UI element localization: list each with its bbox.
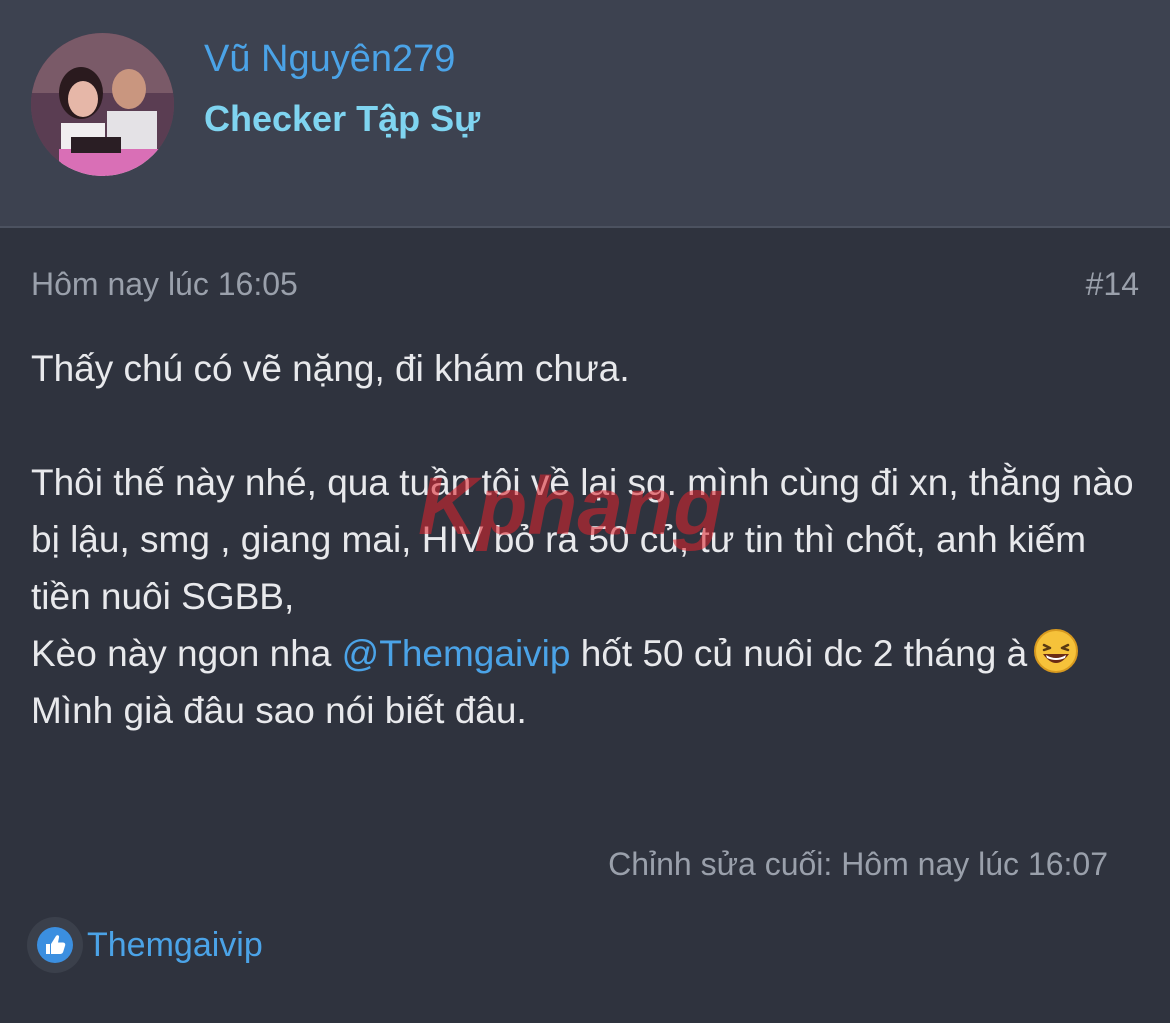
- laughing-emoji-icon: [1033, 628, 1079, 674]
- post-paragraph: Thôi thế này nhé, qua tuần tôi về lại sg…: [31, 462, 1134, 617]
- author-title: Checker Tập Sự: [204, 98, 481, 139]
- author-username[interactable]: Vũ Nguyên279: [204, 38, 455, 81]
- post-timestamp[interactable]: Hôm nay lúc 16:05: [31, 266, 298, 303]
- post-number[interactable]: #14: [1086, 266, 1139, 303]
- post-text: hốt 50 củ nuôi dc 2 tháng à: [570, 633, 1028, 674]
- avatar-image: [31, 33, 174, 176]
- post-text: Kèo này ngon nha: [31, 633, 342, 674]
- last-edited-note: Chỉnh sửa cuối: Hôm nay lúc 16:07: [608, 846, 1108, 882]
- avatar[interactable]: [31, 33, 174, 176]
- reactions-bar[interactable]: Themgaivip: [27, 917, 263, 973]
- post-container: Vũ Nguyên279 Checker Tập Sự Hôm nay lúc …: [0, 0, 1170, 1023]
- post-paragraph: Mình già đâu sao nói biết đâu.: [31, 690, 527, 731]
- reaction-user-link[interactable]: Themgaivip: [87, 926, 263, 965]
- author-header: Vũ Nguyên279 Checker Tập Sự: [0, 0, 1170, 228]
- user-mention[interactable]: @Themgaivip: [342, 633, 571, 674]
- post-paragraph: Kèo này ngon nha @Themgaivip hốt 50 củ n…: [31, 625, 1141, 682]
- post-paragraph: Thấy chú có vẽ nặng, đi khám chưa.: [31, 348, 630, 389]
- thumbs-up-icon[interactable]: [27, 917, 83, 973]
- post-body: Thấy chú có vẽ nặng, đi khám chưa. Thôi …: [31, 340, 1141, 739]
